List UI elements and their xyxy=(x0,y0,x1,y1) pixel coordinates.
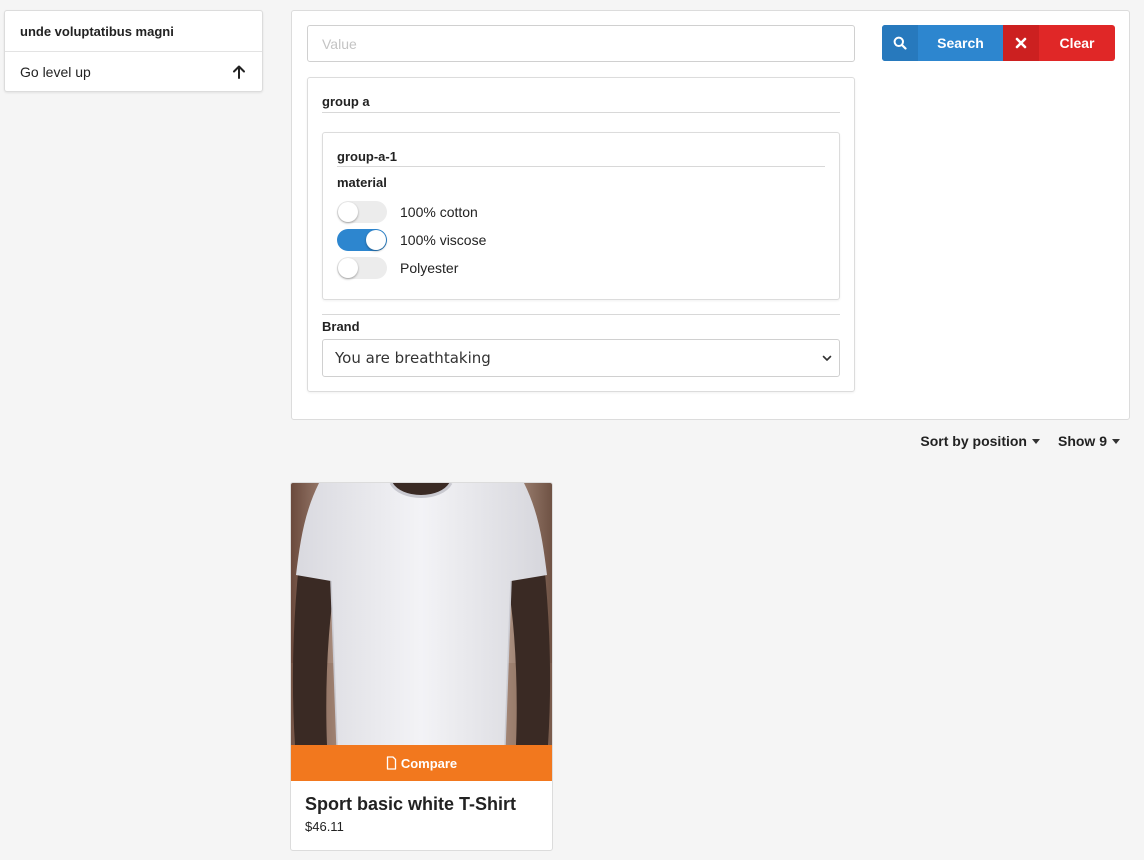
toggle-option-cotton[interactable]: 100% cotton xyxy=(337,201,478,223)
brand-selected-value: You are breathtaking xyxy=(335,349,491,367)
category-title: unde voluptatibus magni xyxy=(5,11,262,52)
toggle-option-viscose[interactable]: 100% viscose xyxy=(337,229,486,251)
clear-button-label: Clear xyxy=(1059,35,1095,51)
search-button-label: Search xyxy=(937,35,984,51)
product-image[interactable] xyxy=(291,483,552,745)
product-price: $46.11 xyxy=(305,819,344,834)
compare-button[interactable]: Compare xyxy=(291,745,552,781)
toggle-switch[interactable] xyxy=(337,201,387,223)
go-level-up-link[interactable]: Go level up xyxy=(5,52,262,91)
toggle-switch[interactable] xyxy=(337,257,387,279)
filter-panel: Search Clear group a group-a-1 material … xyxy=(291,10,1130,420)
close-icon xyxy=(1003,25,1039,61)
toggle-knob xyxy=(338,202,358,222)
caret-down-icon xyxy=(1031,438,1040,444)
caret-down-icon xyxy=(1112,438,1120,444)
attribute-name: material xyxy=(337,175,387,190)
filter-group-title: group a xyxy=(322,94,370,109)
clear-button[interactable]: Clear xyxy=(1003,25,1115,61)
product-name-link[interactable]: Sport basic white T-Shirt xyxy=(305,794,516,815)
listing-toolbar: Sort by position Show 9 xyxy=(920,433,1120,449)
show-count-dropdown[interactable]: Show 9 xyxy=(1058,433,1120,449)
chevron-down-icon xyxy=(822,355,832,361)
toggle-switch[interactable] xyxy=(337,229,387,251)
filter-subgroup: group-a-1 material 100% cotton 100% visc… xyxy=(322,132,840,300)
search-button-group: Search Clear xyxy=(882,25,1115,61)
toggle-label: 100% cotton xyxy=(400,204,478,220)
search-button[interactable]: Search xyxy=(882,25,1003,61)
compare-label: Compare xyxy=(400,755,458,771)
divider xyxy=(322,112,840,113)
value-search-input[interactable] xyxy=(307,25,855,62)
go-level-up-label: Go level up xyxy=(20,63,91,80)
brand-label: Brand xyxy=(322,319,360,334)
document-icon xyxy=(386,756,396,770)
filter-group-a: group a group-a-1 material 100% cotton 1… xyxy=(307,77,855,392)
brand-select[interactable]: You are breathtaking xyxy=(322,339,840,377)
search-icon xyxy=(882,25,918,61)
arrow-up-icon xyxy=(233,65,245,79)
show-count-label: Show 9 xyxy=(1057,433,1107,449)
toggle-knob xyxy=(338,258,358,278)
divider xyxy=(322,314,840,315)
filter-subgroup-title: group-a-1 xyxy=(337,149,397,164)
toggle-option-polyester[interactable]: Polyester xyxy=(337,257,458,279)
toggle-knob xyxy=(366,230,386,250)
sort-dropdown[interactable]: Sort by position xyxy=(920,433,1040,449)
divider xyxy=(337,166,825,167)
toggle-label: 100% viscose xyxy=(400,232,487,248)
product-card: Compare Sport basic white T-Shirt $46.11 xyxy=(290,482,553,851)
sort-label: Sort by position xyxy=(920,433,1027,449)
category-sidebar: unde voluptatibus magni Go level up xyxy=(4,10,263,92)
toggle-label: Polyester xyxy=(400,260,459,276)
